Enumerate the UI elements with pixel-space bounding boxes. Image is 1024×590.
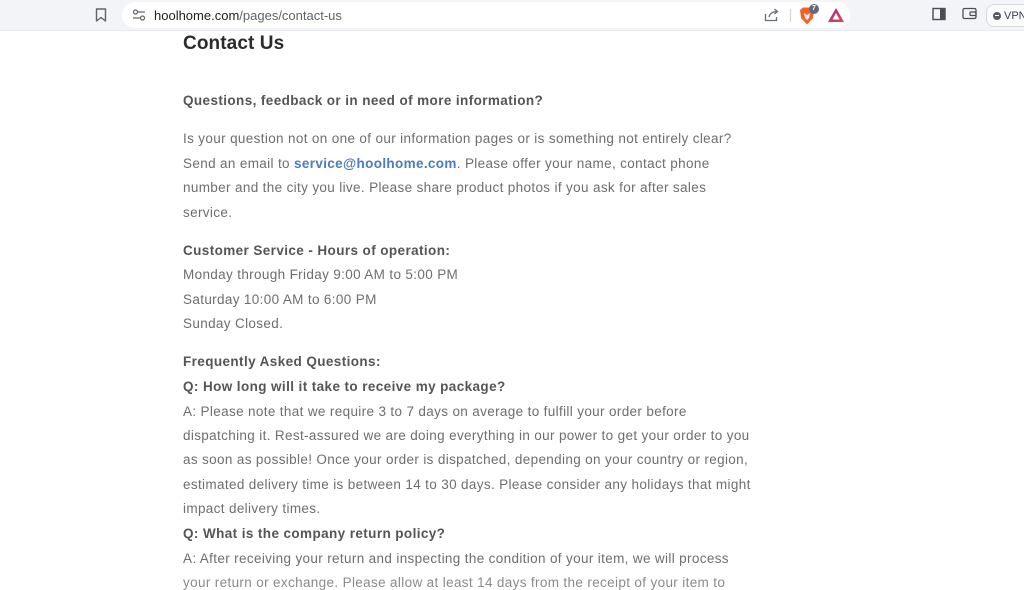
faq-answer-line: estimated delivery time is between 14 to… bbox=[183, 477, 751, 492]
url-path: /pages/contact-us bbox=[239, 8, 342, 23]
intro-line: Send an email to service@hoolhome.com. P… bbox=[183, 156, 710, 171]
hours-line: Monday through Friday 9:00 AM to 5:00 PM bbox=[183, 267, 459, 282]
faq-answer-line: impact delivery times. bbox=[183, 501, 321, 516]
vpn-button[interactable]: VPN bbox=[986, 4, 1024, 27]
tune-icon bbox=[132, 9, 146, 21]
hours-line: Sunday Closed. bbox=[183, 316, 284, 331]
intro-text: . Please offer your name, contact phone bbox=[456, 156, 710, 171]
sidebar-icon bbox=[932, 7, 946, 21]
share-icon bbox=[764, 8, 779, 22]
bookmark-icon bbox=[95, 8, 107, 22]
address-bar-divider bbox=[790, 9, 791, 22]
brave-rewards-button[interactable] bbox=[827, 7, 845, 25]
faq-heading: Frequently Asked Questions: bbox=[183, 354, 381, 369]
bookmark-button[interactable] bbox=[92, 6, 110, 24]
sidebar-toggle-button[interactable] bbox=[932, 7, 948, 23]
hours-heading: Customer Service - Hours of operation: bbox=[183, 243, 451, 258]
site-info-button[interactable] bbox=[131, 7, 147, 23]
browser-toolbar: hoolhome.com/pages/contact-us 7 VPN bbox=[0, 0, 1024, 31]
rewards-triangle-icon bbox=[828, 8, 844, 22]
page-title: Contact Us bbox=[183, 33, 285, 54]
intro-line: number and the city you live. Please sha… bbox=[183, 180, 707, 195]
intro-line: Is your question not on one of our infor… bbox=[183, 131, 732, 146]
wallet-button[interactable] bbox=[962, 7, 978, 23]
url-host: hoolhome.com bbox=[154, 8, 240, 23]
faq-question: Q: How long will it take to receive my p… bbox=[183, 379, 506, 394]
faq-answer-line: A: Please note that we require 3 to 7 da… bbox=[183, 404, 687, 419]
vpn-status-icon bbox=[993, 11, 1001, 20]
share-button[interactable] bbox=[763, 6, 781, 24]
url-text[interactable]: hoolhome.com/pages/contact-us bbox=[154, 8, 342, 23]
faq-answer-line: as soon as possible! Once your order is … bbox=[183, 452, 749, 467]
email-link[interactable]: service@hoolhome.com bbox=[294, 156, 457, 171]
faq-question: Q: What is the company return policy? bbox=[183, 526, 446, 541]
faq-answer-line: dispatching it. Rest-assured we are doin… bbox=[183, 428, 750, 443]
intro-line: service. bbox=[183, 205, 233, 220]
faq-answer-line: A: After receiving your return and inspe… bbox=[183, 551, 729, 566]
hours-line: Saturday 10:00 AM to 6:00 PM bbox=[183, 292, 377, 307]
faq-answer-line: your return or exchange. Please allow at… bbox=[183, 575, 726, 590]
shields-count-badge: 7 bbox=[809, 4, 819, 14]
address-bar[interactable]: hoolhome.com/pages/contact-us 7 bbox=[122, 2, 850, 28]
intro-heading: Questions, feedback or in need of more i… bbox=[183, 93, 544, 108]
vpn-label: VPN bbox=[1004, 9, 1024, 22]
intro-text: Send an email to bbox=[183, 156, 295, 171]
wallet-icon bbox=[962, 7, 977, 20]
